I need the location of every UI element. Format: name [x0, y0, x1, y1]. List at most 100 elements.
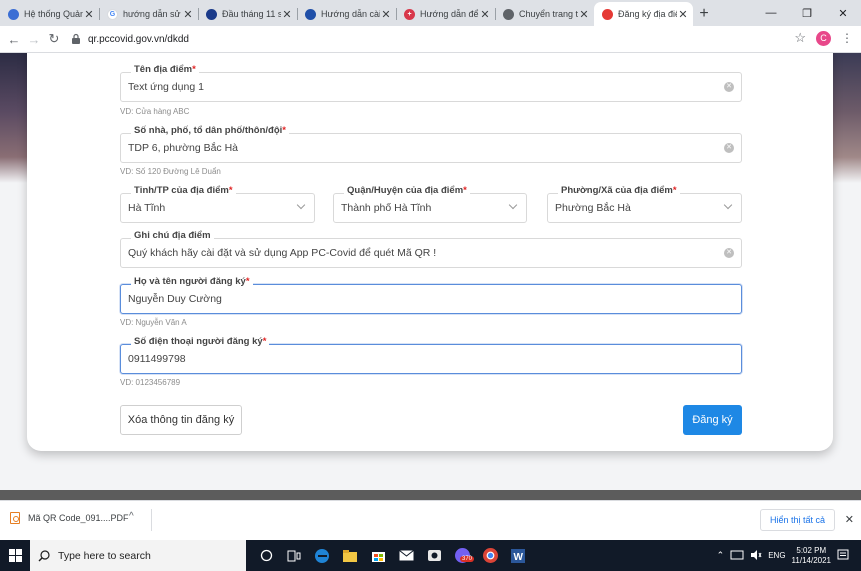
chevron-down-icon[interactable]: [296, 200, 306, 210]
chevron-down-icon[interactable]: [508, 200, 518, 210]
tab-close-icon[interactable]: ✕: [281, 8, 293, 21]
camera-app-icon[interactable]: [424, 546, 444, 566]
divider: [151, 509, 152, 531]
back-arrow-icon[interactable]: ←: [4, 32, 24, 47]
note-field[interactable]: Ghi chú địa điểm Quý khách hãy cài đặt v…: [120, 230, 742, 268]
search-icon: [38, 549, 50, 561]
cortana-icon[interactable]: [256, 546, 276, 566]
page-viewport: Tên địa điểm* Text ứng dụng 1 ✕ VD: Cửa …: [0, 53, 861, 500]
registrant-phone-value: 0911499798: [128, 353, 186, 365]
tab-close-icon[interactable]: ✕: [479, 8, 491, 21]
chevron-up-icon[interactable]: ⌃: [717, 550, 725, 561]
browser-tab[interactable]: Hệ thống Quản lý✕: [0, 2, 99, 26]
registrant-phone-label: Số điện thoại người đăng ký: [134, 336, 263, 347]
menu-kebab-icon[interactable]: ⋮: [841, 31, 853, 45]
province-select[interactable]: Tỉnh/TP của địa điểm* Hà Tĩnh: [120, 185, 315, 223]
chevron-up-icon[interactable]: ^: [129, 511, 134, 522]
lock-icon[interactable]: [70, 33, 82, 45]
registrant-name-value: Nguyễn Duy Cường: [128, 293, 222, 305]
profile-avatar[interactable]: C: [816, 30, 831, 46]
browser-tab[interactable]: Chuyển trang tuỳ✕: [495, 2, 594, 26]
registrant-phone-field[interactable]: Số điện thoại người đăng ký* 0911499798: [120, 336, 742, 374]
close-window-button[interactable]: ✕: [825, 0, 861, 26]
ward-select[interactable]: Phường/Xã của địa điểm* Phường Bắc Hà: [547, 185, 742, 223]
register-button[interactable]: Đăng ký: [683, 405, 742, 435]
mail-icon[interactable]: [396, 546, 416, 566]
note-value: Quý khách hãy cài đặt và sử dụng App PC-…: [128, 247, 437, 259]
task-view-icon[interactable]: [284, 546, 304, 566]
clear-icon[interactable]: ✕: [724, 248, 734, 258]
language-indicator[interactable]: ENG: [768, 551, 785, 560]
district-label: Quận/Huyện của địa điểm: [347, 185, 464, 196]
network-icon[interactable]: [730, 550, 744, 562]
tab-title: Đăng ký địa điểm: [618, 9, 677, 19]
tab-title: Chuyển trang tuỳ: [519, 9, 578, 19]
notifications-icon[interactable]: [837, 549, 849, 563]
chrome-icon[interactable]: [480, 546, 500, 566]
address-field[interactable]: Số nhà, phố, tổ dân phố/thôn/đội* TDP 6,…: [120, 125, 742, 163]
address-value: TDP 6, phường Bắc Hà: [128, 142, 239, 154]
address-bar[interactable]: qr.pccovid.gov.vn/dkdd: [70, 28, 770, 50]
file-explorer-icon[interactable]: [340, 546, 360, 566]
page-footer-bar: [0, 490, 861, 500]
new-tab-button[interactable]: +: [693, 2, 715, 26]
district-value: Thành phố Hà Tĩnh: [341, 202, 432, 214]
location-name-hint: VD: Cửa hàng ABC: [120, 107, 190, 116]
tab-close-icon[interactable]: ✕: [182, 8, 194, 21]
maximize-button[interactable]: ❐: [789, 0, 825, 26]
browser-tab[interactable]: Đầu tháng 11 sẽ ✕: [198, 2, 297, 26]
pccovid-icon: [602, 8, 613, 20]
windows-taskbar: Type here to search 370 W ⌃ ENG 5:02 PM …: [0, 540, 861, 571]
globe-icon: [305, 8, 316, 20]
reload-icon[interactable]: ↻: [44, 31, 64, 47]
district-select[interactable]: Quận/Huyện của địa điểm* Thành phố Hà Tĩ…: [333, 185, 527, 223]
tab-title: Hướng dẫn cài đặ: [321, 9, 380, 19]
registrant-name-field[interactable]: Họ và tên người đăng ký* Nguyễn Duy Cườn…: [120, 276, 742, 314]
required-marker: *: [228, 185, 233, 196]
volume-icon[interactable]: [750, 549, 762, 562]
clock[interactable]: 5:02 PM 11/14/2021: [792, 546, 831, 566]
bookmark-star-icon[interactable]: ☆: [794, 30, 806, 46]
clear-icon[interactable]: ✕: [724, 82, 734, 92]
taskbar-search[interactable]: Type here to search: [30, 540, 246, 571]
clear-icon[interactable]: ✕: [724, 143, 734, 153]
tab-title: hướng dẫn sử dụ: [123, 9, 182, 19]
windows-start-icon[interactable]: [0, 540, 30, 571]
province-label: Tỉnh/TP của địa điểm: [134, 185, 229, 196]
edge-browser-icon[interactable]: [312, 546, 332, 566]
forward-arrow-icon[interactable]: →: [24, 32, 44, 47]
tab-close-icon[interactable]: ✕: [677, 8, 689, 21]
globe-icon: [503, 8, 514, 20]
browser-tab[interactable]: Hướng dẫn cài đặ✕: [297, 2, 396, 26]
registrant-phone-hint: VD: 0123456789: [120, 378, 181, 387]
bird-icon: [8, 8, 19, 20]
tab-close-icon[interactable]: ✕: [380, 8, 392, 21]
download-item[interactable]: Mã QR Code_091....PDF: [10, 512, 129, 524]
tab-close-icon[interactable]: ✕: [83, 8, 95, 21]
browser-tab[interactable]: Ghướng dẫn sử dụ✕: [99, 2, 198, 26]
close-icon[interactable]: ✕: [845, 513, 854, 526]
registrant-name-label: Họ và tên người đăng ký: [134, 276, 246, 287]
medical-cross-icon: +: [404, 8, 415, 20]
svg-text:W: W: [514, 552, 524, 563]
address-label: Số nhà, phố, tổ dân phố/thôn/đội: [134, 125, 283, 136]
address-hint: VD: Số 120 Đường Lê Duẩn: [120, 167, 221, 176]
word-icon[interactable]: W: [508, 546, 528, 566]
ward-label: Phường/Xã của địa điểm: [561, 185, 673, 196]
tab-title: Hướng dẫn để cá: [420, 9, 479, 19]
chevron-down-icon[interactable]: [723, 200, 733, 210]
location-name-field[interactable]: Tên địa điểm* Text ứng dụng 1 ✕: [120, 64, 742, 102]
minimize-button[interactable]: —: [753, 0, 789, 26]
clock-date: 11/14/2021: [791, 555, 831, 565]
browser-tab[interactable]: + Hướng dẫn để cá✕: [396, 2, 495, 26]
url-text: qr.pccovid.gov.vn/dkdd: [88, 33, 189, 45]
reset-form-button[interactable]: Xóa thông tin đăng ký: [120, 405, 242, 435]
browser-tab[interactable]: Đăng ký địa điểm✕: [594, 2, 693, 26]
tab-close-icon[interactable]: ✕: [578, 8, 590, 21]
show-all-downloads-button[interactable]: Hiển thị tất cả: [759, 509, 835, 531]
note-label: Ghi chú địa điểm: [131, 230, 214, 241]
store-icon[interactable]: [368, 546, 388, 566]
notification-badge: 370: [460, 555, 475, 562]
viber-icon[interactable]: 370: [452, 546, 475, 566]
news-icon: [206, 8, 217, 20]
